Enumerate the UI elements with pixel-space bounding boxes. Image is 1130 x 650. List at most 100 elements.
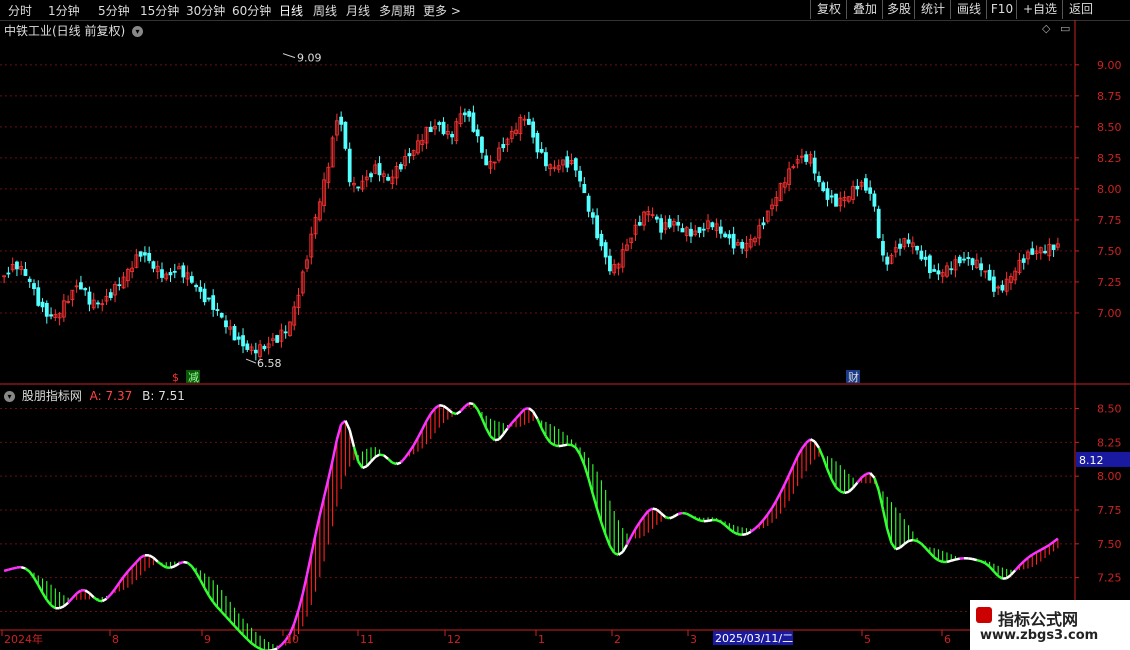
indicator-line-a [1022, 556, 1029, 563]
indicator-line-a [822, 457, 829, 471]
indicator-line-a [955, 557, 961, 561]
candle-body [275, 335, 280, 343]
indicator-line-a [114, 581, 121, 590]
candle-body [723, 233, 728, 238]
indicator-line-a [237, 629, 244, 636]
x-axis-label: 5 [864, 633, 871, 646]
indicator-line-a [673, 512, 679, 518]
candle-body [484, 155, 489, 166]
indicator-line-a [92, 596, 99, 602]
candle-body [96, 302, 100, 305]
indicator-line-a [920, 542, 927, 549]
indicator-line-a [152, 556, 159, 563]
candle-body [727, 234, 732, 239]
candle-body [590, 212, 595, 218]
indicator-line-a [489, 435, 496, 442]
candle-body [578, 170, 582, 182]
candle-body [817, 175, 821, 183]
indicator-line-a [1052, 537, 1059, 543]
indicator-line-a [638, 515, 646, 523]
candle-body [1021, 258, 1026, 263]
candle-body [595, 215, 600, 239]
candle-body [245, 343, 250, 350]
indicator-line-a [595, 508, 603, 524]
indicator-line-a [186, 561, 193, 568]
candle-body [740, 241, 745, 249]
candle-body [539, 148, 544, 153]
candle-body [181, 265, 186, 278]
watermark-url: www.zbgs3.com [980, 628, 1099, 643]
indicator-line-a [459, 405, 466, 413]
indicator-line-a [510, 417, 518, 424]
indicator-line-a [374, 453, 381, 459]
candle-body [6, 272, 11, 275]
current-value-label: 8.12 [1079, 454, 1104, 467]
indicator-line-a [75, 589, 82, 595]
candle-body [582, 183, 587, 194]
indicator-line-a [886, 528, 893, 544]
indicator-line-a [699, 519, 705, 523]
indicator-line-a [404, 450, 411, 459]
candle-body [1043, 250, 1047, 254]
candle-body [437, 122, 442, 125]
candle-body [949, 268, 954, 271]
indicator-line-a [558, 444, 564, 448]
candle-body [475, 129, 480, 137]
indicator-line-a [950, 558, 956, 562]
candle-body [501, 144, 506, 149]
candle-body [27, 278, 32, 282]
indicator-line-a [946, 559, 952, 564]
indicator-line-a [980, 560, 986, 565]
indicator-line-a [472, 403, 479, 411]
ind-y-tick-label: 8.50 [1097, 403, 1122, 416]
indicator-line-a [984, 562, 991, 568]
indicator-line-a [156, 560, 163, 567]
candle-body [868, 187, 873, 194]
candle-body [480, 136, 484, 153]
indicator-line-a [972, 557, 978, 562]
indicator-line-a [1040, 546, 1046, 551]
candle-body [603, 242, 608, 258]
candle-body [32, 283, 36, 290]
indicator-line-a [387, 457, 394, 464]
indicator-line-a [421, 420, 428, 430]
candle-body [198, 286, 203, 292]
candle-body [471, 112, 476, 132]
indicator-line-a [246, 638, 253, 645]
candle-body [599, 233, 604, 247]
candle-body [262, 345, 267, 350]
main-y-tick-label: 8.50 [1097, 121, 1122, 134]
indicator-line-a [758, 519, 765, 526]
stock-chart[interactable]: 9.00 8.75 8.50 8.25 8.00 7.75 7.50 7.25 7.00 8.50… [0, 0, 1130, 650]
indicator-line-a [118, 576, 125, 584]
candle-body [573, 158, 578, 171]
candle-body [829, 195, 834, 198]
indicator-line-a [396, 461, 402, 466]
indicator-line-a [408, 444, 415, 453]
indicator-line-a [903, 539, 910, 546]
indicator-line-a [276, 644, 283, 650]
indicator-line-a [412, 437, 420, 446]
indicator-line-a [63, 601, 69, 608]
indicator-line-a [617, 550, 624, 556]
indicator-line-a [869, 472, 876, 479]
indicator-line-a [536, 418, 543, 429]
indicator-line-a [835, 486, 842, 493]
candle-body [531, 121, 536, 138]
indicator-line-a [686, 512, 692, 518]
indicator-line-a [873, 477, 880, 491]
indicator-line-a [997, 575, 1004, 580]
indicator-line-a [442, 404, 449, 410]
indicator-line-a [908, 538, 914, 543]
main-y-tick-label: 7.00 [1097, 307, 1122, 320]
indicator-line-a [844, 490, 850, 495]
watermark: 指标公式网 www.zbgs3.com [970, 600, 1130, 650]
indicator-line-a [225, 615, 232, 623]
candle-body [215, 309, 220, 312]
indicator-line-a [830, 479, 838, 489]
indicator-line-a [1044, 543, 1050, 549]
candle-body [872, 193, 877, 207]
candle-body [211, 295, 216, 310]
indicator-line-a [12, 566, 18, 570]
indicator-line-a [3, 568, 9, 573]
